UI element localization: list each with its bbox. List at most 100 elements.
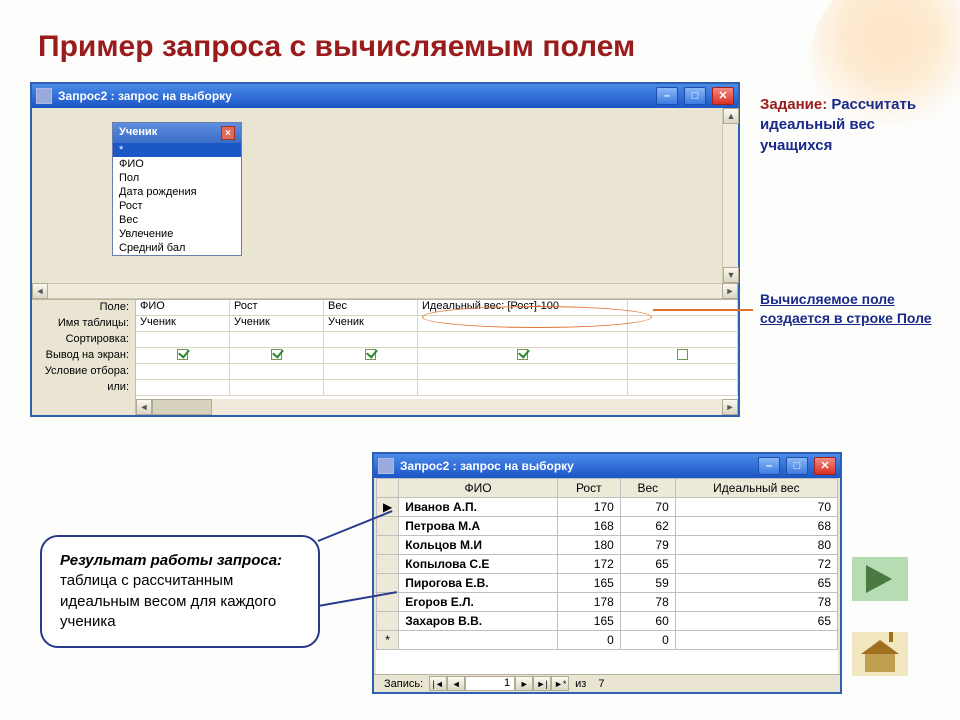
grid-cell[interactable] [628, 300, 738, 315]
scroll-left-icon[interactable]: ◄ [136, 399, 152, 415]
column-header[interactable]: Вес [620, 479, 675, 498]
new-row[interactable]: *00 [377, 631, 838, 650]
grid-cell[interactable]: Ученик [230, 316, 324, 331]
first-record-button[interactable]: |◄ [429, 676, 447, 691]
cell-height[interactable]: 170 [557, 498, 620, 517]
grid-cell[interactable]: Ученик [136, 316, 230, 331]
scroll-up-icon[interactable]: ▲ [723, 108, 739, 124]
grid-cell[interactable] [628, 380, 738, 395]
field-list-item[interactable]: * [113, 143, 241, 157]
cell-name[interactable]: Петрова М.А [399, 517, 558, 536]
row-selector[interactable]: * [377, 631, 399, 650]
show-checkbox[interactable] [677, 349, 688, 360]
cell-ideal[interactable] [675, 631, 837, 650]
grid-cell[interactable] [136, 364, 230, 379]
show-checkbox[interactable] [271, 349, 282, 360]
cell-ideal[interactable]: 65 [675, 612, 837, 631]
grid-horizontal-scrollbar[interactable]: ◄ ► [136, 399, 738, 415]
row-selector[interactable] [377, 555, 399, 574]
cell-name[interactable]: Кольцов М.И [399, 536, 558, 555]
close-button[interactable]: ✕ [814, 457, 836, 475]
cell-ideal[interactable]: 78 [675, 593, 837, 612]
new-record-button[interactable]: ►* [551, 676, 569, 691]
cell-weight[interactable]: 70 [620, 498, 675, 517]
table-row[interactable]: Егоров Е.Л.1787878 [377, 593, 838, 612]
grid-cell[interactable] [230, 348, 324, 363]
horizontal-scrollbar[interactable]: ◄ ► [32, 283, 738, 299]
cell-weight[interactable]: 59 [620, 574, 675, 593]
cell-name[interactable]: Егоров Е.Л. [399, 593, 558, 612]
grid-cell[interactable] [628, 332, 738, 347]
column-header[interactable]: Рост [557, 479, 620, 498]
cell-weight[interactable]: 65 [620, 555, 675, 574]
grid-cell[interactable] [418, 364, 628, 379]
cell-ideal[interactable]: 72 [675, 555, 837, 574]
design-grid-columns[interactable]: ФИОРостВесИдеальный вес: [Рост]-100Учени… [136, 300, 738, 415]
cell-weight[interactable]: 62 [620, 517, 675, 536]
last-record-button[interactable]: ►| [533, 676, 551, 691]
cell-height[interactable]: 165 [557, 612, 620, 631]
grid-cell[interactable] [418, 380, 628, 395]
field-list-item[interactable]: ФИО [113, 157, 241, 171]
close-button[interactable]: ✕ [712, 87, 734, 105]
field-list-item[interactable]: Средний бал [113, 241, 241, 255]
grid-cell[interactable]: Вес [324, 300, 418, 315]
grid-cell[interactable] [136, 348, 230, 363]
grid-cell[interactable] [136, 332, 230, 347]
scroll-down-icon[interactable]: ▼ [723, 267, 739, 283]
cell-ideal[interactable]: 68 [675, 517, 837, 536]
row-selector[interactable] [377, 536, 399, 555]
scroll-left-icon[interactable]: ◄ [32, 283, 48, 299]
cell-name[interactable] [399, 631, 558, 650]
grid-cell[interactable] [324, 348, 418, 363]
field-list-item[interactable]: Увлечение [113, 227, 241, 241]
grid-cell[interactable]: Рост [230, 300, 324, 315]
table-row[interactable]: Петрова М.А1686268 [377, 517, 838, 536]
record-navigator[interactable]: Запись: |◄ ◄ 1 ► ►| ►* из 7 [374, 674, 840, 692]
row-selector[interactable] [377, 517, 399, 536]
grid-cell[interactable] [324, 332, 418, 347]
cell-weight[interactable]: 79 [620, 536, 675, 555]
cell-ideal[interactable]: 65 [675, 574, 837, 593]
table-field-list[interactable]: Ученик × *ФИОПолДата рожденияРостВесУвле… [112, 122, 242, 256]
minimize-button[interactable]: – [656, 87, 678, 105]
field-list-item[interactable]: Дата рождения [113, 185, 241, 199]
next-slide-button[interactable] [852, 557, 908, 601]
grid-cell[interactable]: Идеальный вес: [Рост]-100 [418, 300, 628, 315]
table-row[interactable]: Захаров В.В.1656065 [377, 612, 838, 631]
column-header[interactable]: ФИО [399, 479, 558, 498]
cell-name[interactable]: Копылова С.Е [399, 555, 558, 574]
row-selector[interactable] [377, 612, 399, 631]
scrollbar-thumb[interactable] [152, 399, 212, 415]
cell-height[interactable]: 165 [557, 574, 620, 593]
cell-weight[interactable]: 78 [620, 593, 675, 612]
grid-cell[interactable]: Ученик [324, 316, 418, 331]
scroll-right-icon[interactable]: ► [722, 283, 738, 299]
cell-name[interactable]: Захаров В.В. [399, 612, 558, 631]
scroll-right-icon[interactable]: ► [722, 399, 738, 415]
grid-cell[interactable] [418, 316, 628, 331]
home-button[interactable] [852, 632, 908, 676]
table-row[interactable]: Пирогова Е.В.1655965 [377, 574, 838, 593]
cell-name[interactable]: Иванов А.П. [399, 498, 558, 517]
grid-cell[interactable] [418, 348, 628, 363]
grid-cell[interactable] [628, 316, 738, 331]
result-grid[interactable]: ФИОРостВесИдеальный вес▶Иванов А.П.17070… [376, 478, 838, 674]
prev-record-button[interactable]: ◄ [447, 676, 465, 691]
grid-cell[interactable]: ФИО [136, 300, 230, 315]
row-selector[interactable] [377, 574, 399, 593]
maximize-button[interactable]: □ [684, 87, 706, 105]
grid-cell[interactable] [230, 380, 324, 395]
table-row[interactable]: Копылова С.Е1726572 [377, 555, 838, 574]
cell-height[interactable]: 180 [557, 536, 620, 555]
grid-cell[interactable] [230, 364, 324, 379]
cell-height[interactable]: 0 [557, 631, 620, 650]
field-list-item[interactable]: Пол [113, 171, 241, 185]
grid-cell[interactable] [324, 380, 418, 395]
cell-height[interactable]: 178 [557, 593, 620, 612]
cell-weight[interactable]: 60 [620, 612, 675, 631]
minimize-button[interactable]: – [758, 457, 780, 475]
table-row[interactable]: Кольцов М.И1807980 [377, 536, 838, 555]
grid-cell[interactable] [230, 332, 324, 347]
field-list-item[interactable]: Вес [113, 213, 241, 227]
